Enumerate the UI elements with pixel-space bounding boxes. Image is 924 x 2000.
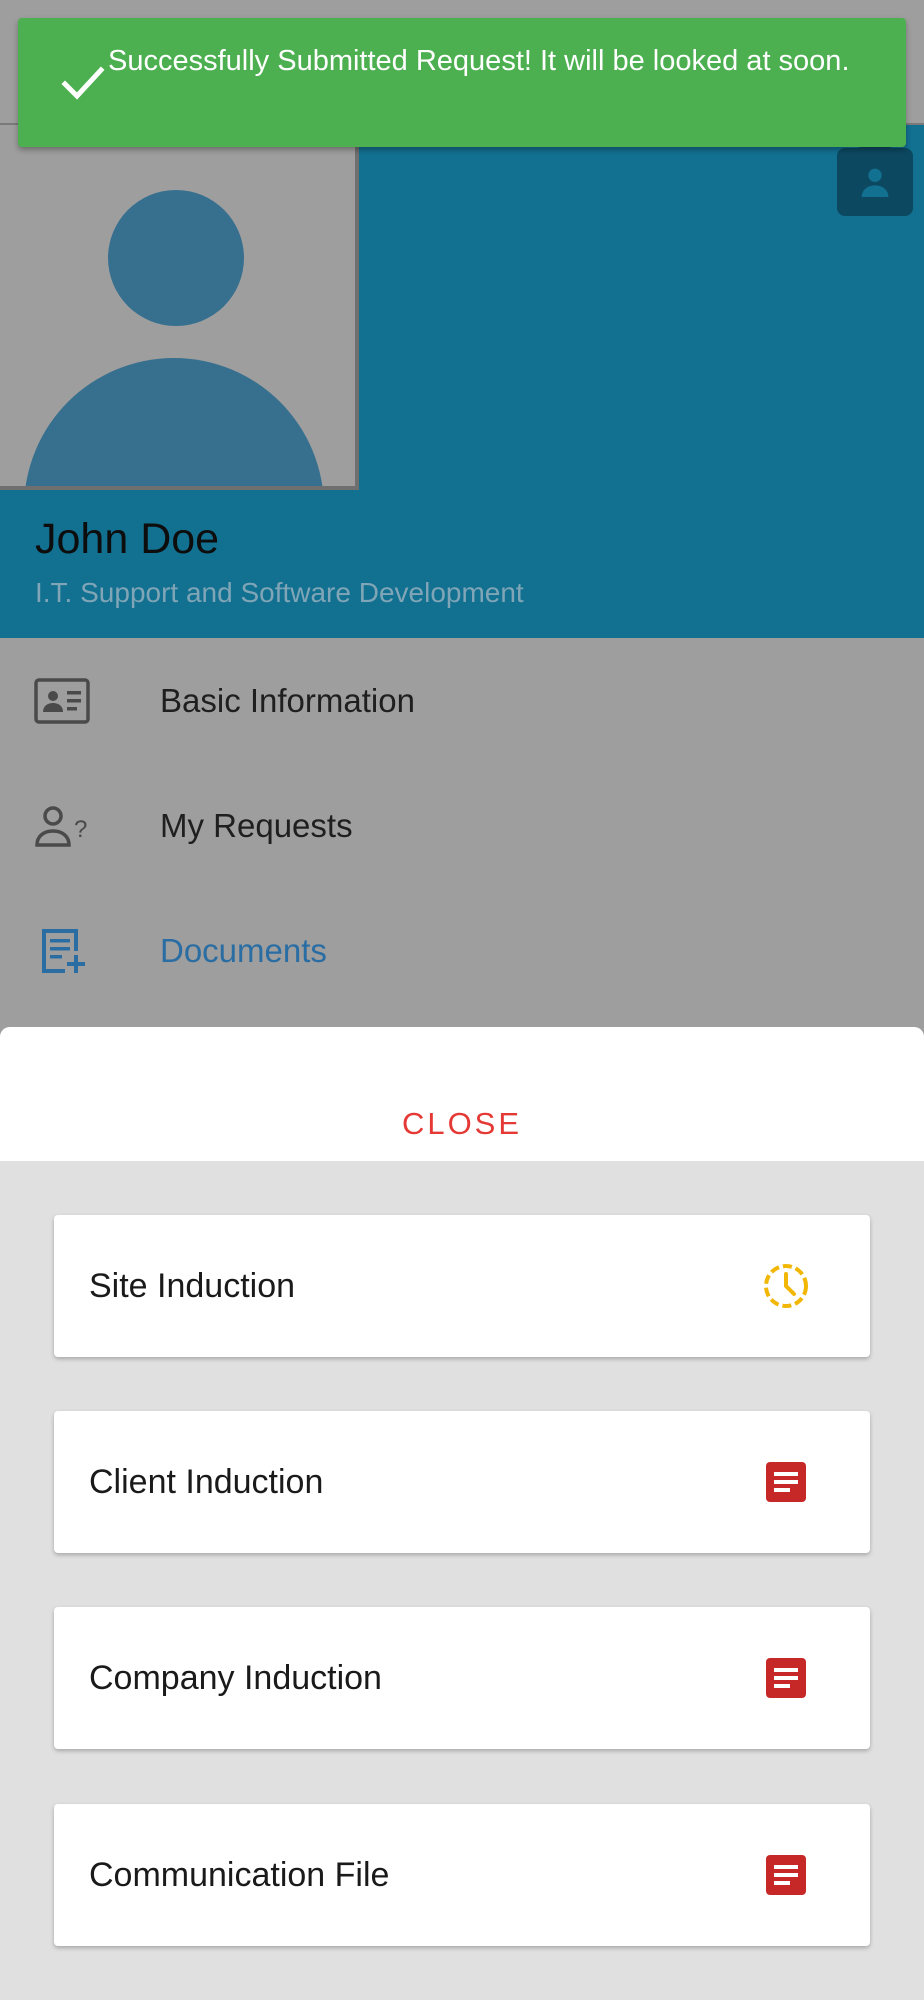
check-icon bbox=[58, 58, 108, 108]
document-icon bbox=[762, 1851, 810, 1899]
document-title: Site Induction bbox=[89, 1266, 296, 1305]
success-toast[interactable]: Successfully Submitted Request! It will … bbox=[18, 18, 906, 147]
menu-item-basic-information[interactable]: Basic Information bbox=[0, 638, 924, 763]
menu-item-label: My Requests bbox=[160, 806, 353, 844]
profile-photo[interactable] bbox=[0, 125, 359, 490]
document-card-company-induction[interactable]: Company Induction bbox=[54, 1607, 870, 1749]
document-title: Communication File bbox=[89, 1855, 390, 1894]
svg-text:?: ? bbox=[74, 816, 87, 843]
profile-menu: Basic Information ? My Requests Document… bbox=[0, 638, 924, 1013]
menu-item-documents[interactable]: Documents bbox=[0, 888, 924, 1013]
document-card-communication-file[interactable]: Communication File bbox=[54, 1804, 870, 1946]
toast-message: Successfully Submitted Request! It will … bbox=[108, 45, 850, 77]
change-photo-button[interactable] bbox=[837, 142, 913, 216]
profile-header: John Doe I.T. Support and Software Devel… bbox=[0, 125, 924, 638]
menu-item-label: Basic Information bbox=[160, 681, 415, 719]
profile-name: John Doe bbox=[35, 515, 220, 563]
menu-item-my-requests[interactable]: ? My Requests bbox=[0, 763, 924, 888]
avatar-head-shape bbox=[108, 190, 244, 326]
document-add-icon bbox=[34, 927, 90, 975]
id-card-icon bbox=[34, 677, 90, 725]
menu-item-label: Documents bbox=[160, 931, 327, 969]
close-button[interactable]: CLOSE bbox=[402, 1106, 522, 1142]
documents-bottom-sheet: CLOSE Site Induction Client Induction Co… bbox=[0, 1027, 924, 2000]
person-question-icon: ? bbox=[34, 802, 90, 850]
document-title: Company Induction bbox=[89, 1658, 382, 1697]
document-icon bbox=[762, 1458, 810, 1506]
document-icon bbox=[762, 1654, 810, 1702]
camera-person-icon bbox=[861, 168, 889, 197]
profile-department: I.T. Support and Software Development bbox=[35, 577, 524, 608]
pending-clock-icon bbox=[762, 1262, 810, 1310]
document-title: Client Induction bbox=[89, 1462, 324, 1501]
document-card-client-induction[interactable]: Client Induction bbox=[54, 1411, 870, 1553]
document-card-site-induction[interactable]: Site Induction bbox=[54, 1215, 870, 1357]
sheet-header: CLOSE bbox=[0, 1027, 924, 1161]
avatar-body-shape bbox=[24, 358, 324, 486]
